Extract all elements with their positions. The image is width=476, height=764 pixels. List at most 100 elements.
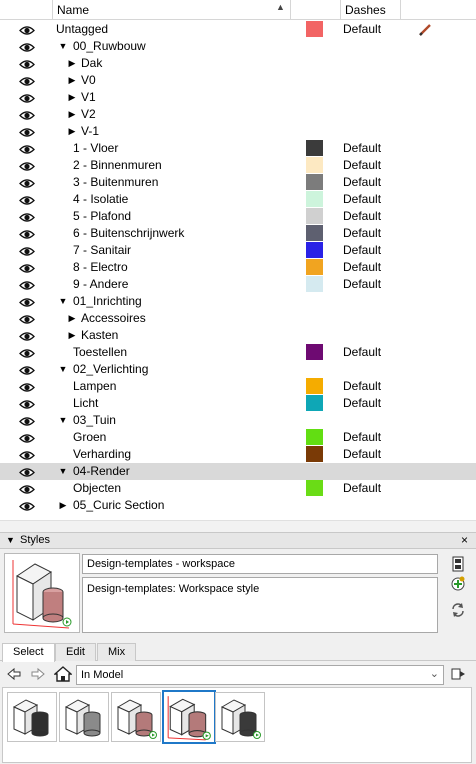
- expanded-triangle-icon[interactable]: ▼: [58, 38, 68, 55]
- tag-row[interactable]: ▶ V-1: [0, 123, 476, 140]
- tag-row[interactable]: 4 - Isolatie Default: [0, 191, 476, 208]
- tag-dashes[interactable]: Default: [343, 21, 381, 38]
- tab-mix[interactable]: Mix: [97, 643, 137, 661]
- visibility-eye-icon[interactable]: [19, 262, 35, 273]
- visibility-eye-icon[interactable]: [19, 245, 35, 256]
- forward-arrow-icon[interactable]: [30, 666, 46, 682]
- collapsed-triangle-icon[interactable]: ▶: [67, 123, 77, 140]
- name-column-header[interactable]: Name: [52, 0, 290, 20]
- style-thumbnail[interactable]: [215, 692, 265, 742]
- style-thumbnail[interactable]: [7, 692, 57, 742]
- tag-color-swatch[interactable]: [306, 208, 323, 224]
- expanded-triangle-icon[interactable]: ▼: [58, 412, 68, 429]
- tag-row[interactable]: Groen Default: [0, 429, 476, 446]
- visibility-eye-icon[interactable]: [19, 109, 35, 120]
- visibility-eye-icon[interactable]: [19, 330, 35, 341]
- expanded-triangle-icon[interactable]: ▼: [58, 361, 68, 378]
- tag-color-swatch[interactable]: [306, 242, 323, 258]
- tag-row[interactable]: 3 - Buitenmuren Default: [0, 174, 476, 191]
- tag-dashes[interactable]: Default: [343, 174, 381, 191]
- tag-row[interactable]: 1 - Vloer Default: [0, 140, 476, 157]
- tag-color-swatch[interactable]: [306, 395, 323, 411]
- tag-color-swatch[interactable]: [306, 225, 323, 241]
- save-style-icon[interactable]: [449, 555, 467, 573]
- back-arrow-icon[interactable]: [6, 666, 22, 682]
- collapsed-triangle-icon[interactable]: ▶: [67, 106, 77, 123]
- tag-row[interactable]: Untagged Default: [0, 21, 476, 38]
- create-style-icon[interactable]: [449, 575, 467, 593]
- tag-color-swatch[interactable]: [306, 174, 323, 190]
- style-name-field[interactable]: Design-templates - workspace: [82, 554, 438, 574]
- collapsed-triangle-icon[interactable]: ▶: [67, 310, 77, 327]
- visibility-eye-icon[interactable]: [19, 24, 35, 35]
- tag-dashes[interactable]: Default: [343, 395, 381, 412]
- tag-row[interactable]: ▼ 04-Render: [0, 463, 476, 480]
- home-icon[interactable]: [53, 666, 73, 682]
- tag-row[interactable]: 5 - Plafond Default: [0, 208, 476, 225]
- visibility-eye-icon[interactable]: [19, 92, 35, 103]
- visibility-eye-icon[interactable]: [19, 364, 35, 375]
- tag-row[interactable]: ▶ V0: [0, 72, 476, 89]
- visibility-eye-icon[interactable]: [19, 347, 35, 358]
- update-style-icon[interactable]: [449, 601, 467, 619]
- collapsed-triangle-icon[interactable]: ▶: [58, 497, 68, 514]
- visibility-eye-icon[interactable]: [19, 279, 35, 290]
- tag-color-swatch[interactable]: [306, 157, 323, 173]
- tag-row[interactable]: ▶ 05_Curic Section: [0, 497, 476, 514]
- visibility-eye-icon[interactable]: [19, 228, 35, 239]
- color-column-header[interactable]: [290, 0, 340, 20]
- tag-dashes[interactable]: Default: [343, 259, 381, 276]
- tag-dashes[interactable]: Default: [343, 140, 381, 157]
- collapse-caret-icon[interactable]: ▼: [6, 535, 15, 545]
- tag-dashes[interactable]: Default: [343, 191, 381, 208]
- tag-row[interactable]: 2 - Binnenmuren Default: [0, 157, 476, 174]
- tag-row[interactable]: ▶ V1: [0, 89, 476, 106]
- tag-row[interactable]: ▶ Dak: [0, 55, 476, 72]
- tag-row[interactable]: Lampen Default: [0, 378, 476, 395]
- style-thumbnail[interactable]: [111, 692, 161, 742]
- visibility-eye-icon[interactable]: [19, 398, 35, 409]
- tag-dashes[interactable]: Default: [343, 157, 381, 174]
- style-thumbnail[interactable]: [59, 692, 109, 742]
- tag-color-swatch[interactable]: [306, 259, 323, 275]
- tag-dashes[interactable]: Default: [343, 446, 381, 463]
- tag-row[interactable]: 8 - Electro Default: [0, 259, 476, 276]
- tag-row[interactable]: Verharding Default: [0, 446, 476, 463]
- tag-row[interactable]: 7 - Sanitair Default: [0, 242, 476, 259]
- tag-color-swatch[interactable]: [306, 446, 323, 462]
- tag-dashes[interactable]: Default: [343, 276, 381, 293]
- visibility-eye-icon[interactable]: [19, 432, 35, 443]
- details-icon[interactable]: [450, 666, 466, 682]
- visibility-eye-icon[interactable]: [19, 211, 35, 222]
- tag-color-swatch[interactable]: [306, 191, 323, 207]
- tag-color-swatch[interactable]: [306, 429, 323, 445]
- collapsed-triangle-icon[interactable]: ▶: [67, 72, 77, 89]
- visibility-eye-icon[interactable]: [19, 126, 35, 137]
- tag-color-swatch[interactable]: [306, 344, 323, 360]
- visibility-eye-icon[interactable]: [19, 466, 35, 477]
- tag-dashes[interactable]: Default: [343, 344, 381, 361]
- tag-color-swatch[interactable]: [306, 21, 323, 37]
- tag-dashes[interactable]: Default: [343, 225, 381, 242]
- tag-dashes[interactable]: Default: [343, 378, 381, 395]
- tag-dashes[interactable]: Default: [343, 429, 381, 446]
- visibility-eye-icon[interactable]: [19, 381, 35, 392]
- visibility-eye-icon[interactable]: [19, 75, 35, 86]
- dashes-column-header[interactable]: Dashes: [340, 0, 400, 20]
- visibility-eye-icon[interactable]: [19, 500, 35, 511]
- collapsed-triangle-icon[interactable]: ▶: [67, 89, 77, 106]
- collapsed-triangle-icon[interactable]: ▶: [67, 327, 77, 344]
- styles-title-bar[interactable]: ▼ Styles ×: [0, 533, 476, 549]
- style-thumbnail[interactable]: [162, 690, 216, 744]
- tab-edit[interactable]: Edit: [55, 643, 96, 661]
- visibility-eye-icon[interactable]: [19, 177, 35, 188]
- tag-row[interactable]: 6 - Buitenschrijnwerk Default: [0, 225, 476, 242]
- tag-dashes[interactable]: Default: [343, 480, 381, 497]
- collection-dropdown[interactable]: In Model ⌄: [76, 665, 444, 685]
- tag-color-swatch[interactable]: [306, 276, 323, 292]
- tag-row[interactable]: Licht Default: [0, 395, 476, 412]
- collapsed-triangle-icon[interactable]: ▶: [67, 55, 77, 72]
- tag-row[interactable]: ▶ Kasten: [0, 327, 476, 344]
- tag-row[interactable]: ▼ 00_Ruwbouw: [0, 38, 476, 55]
- tag-dashes[interactable]: Default: [343, 208, 381, 225]
